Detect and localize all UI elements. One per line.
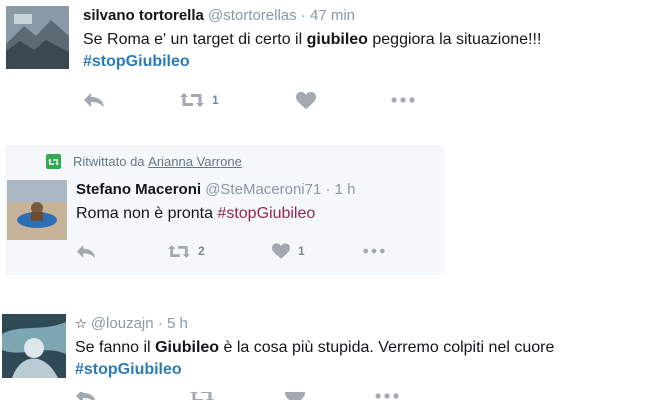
timestamp[interactable]: 47 min	[310, 7, 355, 24]
tweet-1[interactable]: silvano tortorella @stortorellas · 47 mi…	[0, 0, 662, 122]
tweet-text: Roma non è pronta #stopGiubileo	[76, 203, 437, 225]
tweet-text: Se fanno il Giubileo è la cosa più stupi…	[75, 337, 654, 359]
retweet-button[interactable]: 1	[180, 92, 296, 108]
like-count: 1	[298, 244, 305, 258]
tweet-text: Se Roma e' un target di certo il giubile…	[83, 29, 652, 51]
avatar[interactable]	[7, 180, 67, 240]
retweet-badge-icon	[46, 154, 61, 169]
author-handle[interactable]: @SteMaceroni71	[205, 181, 321, 198]
tweet-text-part: Se Roma e' un target di certo il	[83, 31, 307, 48]
more-icon	[375, 393, 399, 399]
retweet-icon	[180, 93, 204, 107]
tweet-header: Stefano Maceroni @SteMaceroni71 · 1 h	[76, 180, 437, 200]
reply-button[interactable]	[75, 392, 190, 400]
tweet-text-bold: Giubileo	[155, 339, 220, 356]
star-icon: ☆	[75, 316, 87, 331]
tweet-actions: 2 1	[76, 241, 385, 261]
tweet-text-part: Se fanno il	[75, 339, 156, 356]
avatar[interactable]	[6, 6, 69, 69]
separator-dot: ·	[157, 315, 163, 332]
more-button[interactable]	[391, 97, 415, 103]
tweet-actions: 1	[83, 90, 415, 110]
retweet-button[interactable]: 2	[168, 244, 272, 259]
more-icon	[391, 97, 415, 103]
tweet-content: Stefano Maceroni @SteMaceroni71 · 1 h Ro…	[76, 180, 437, 225]
heart-icon	[285, 392, 305, 400]
retweet-icon	[168, 244, 190, 258]
reply-icon	[76, 392, 96, 400]
like-button[interactable]: 1	[272, 243, 363, 259]
like-button[interactable]	[285, 392, 375, 400]
author-name[interactable]: Stefano Maceroni	[76, 181, 201, 198]
retweet-count: 1	[212, 93, 219, 107]
tweet-text-part: Roma non è pronta	[76, 205, 218, 222]
author-handle[interactable]: @louzajn	[91, 315, 154, 332]
reply-button[interactable]	[83, 92, 180, 108]
heart-icon	[296, 91, 316, 109]
hashtag-link[interactable]: #stopGiubileo	[83, 53, 190, 70]
timestamp[interactable]: 1 h	[335, 181, 356, 198]
avatar-image	[7, 180, 67, 240]
author-name[interactable]: silvano tortorella	[83, 7, 204, 24]
more-icon	[363, 248, 385, 254]
separator-dot: ·	[325, 181, 331, 198]
retweeted-by-link[interactable]: Arianna Varrone	[148, 154, 242, 169]
more-button[interactable]	[363, 248, 385, 254]
avatar-image	[6, 6, 69, 69]
reply-icon	[76, 244, 96, 258]
avatar-image	[2, 314, 66, 378]
retweeted-label: Ritwittato da	[73, 154, 145, 169]
tweet-3[interactable]: ☆ @louzajn · 5 h Se fanno il Giubileo è …	[0, 298, 662, 400]
retweet-context: Ritwittato da Arianna Varrone	[46, 154, 242, 169]
retweet-count: 2	[198, 244, 205, 258]
reply-icon	[84, 93, 104, 107]
tweet-text-part: è la cosa più stupida. Verremo colpiti n…	[219, 339, 555, 356]
heart-icon	[272, 243, 290, 259]
tweet-content: silvano tortorella @stortorellas · 47 mi…	[83, 6, 652, 73]
author-handle[interactable]: @stortorellas	[208, 7, 297, 24]
tweet-content: ☆ @louzajn · 5 h Se fanno il Giubileo è …	[75, 314, 654, 381]
tweet-header: ☆ @louzajn · 5 h	[75, 314, 654, 334]
timestamp[interactable]: 5 h	[167, 315, 188, 332]
tweet-text-bold: giubileo	[306, 31, 368, 48]
more-button[interactable]	[375, 393, 399, 399]
tweet-text-part: peggiora la situazione!!!	[367, 31, 542, 48]
tweet-hashtag-line: #stopGiubileo	[83, 51, 652, 73]
avatar[interactable]	[2, 314, 66, 378]
separator-dot: ·	[300, 7, 306, 24]
reply-button[interactable]	[76, 244, 168, 259]
tweet-2[interactable]: Ritwittato da Arianna Varrone Stefano Ma…	[5, 145, 445, 275]
retweet-button[interactable]	[190, 392, 285, 400]
tweet-actions	[75, 392, 399, 400]
retweet-icon	[190, 392, 214, 400]
hashtag-link[interactable]: #stopGiubileo	[75, 361, 182, 378]
hashtag-link[interactable]: #stopGiubileo	[217, 205, 315, 222]
tweet-header: silvano tortorella @stortorellas · 47 mi…	[83, 6, 652, 26]
like-button[interactable]	[296, 91, 391, 109]
tweet-hashtag-line: #stopGiubileo	[75, 359, 654, 381]
